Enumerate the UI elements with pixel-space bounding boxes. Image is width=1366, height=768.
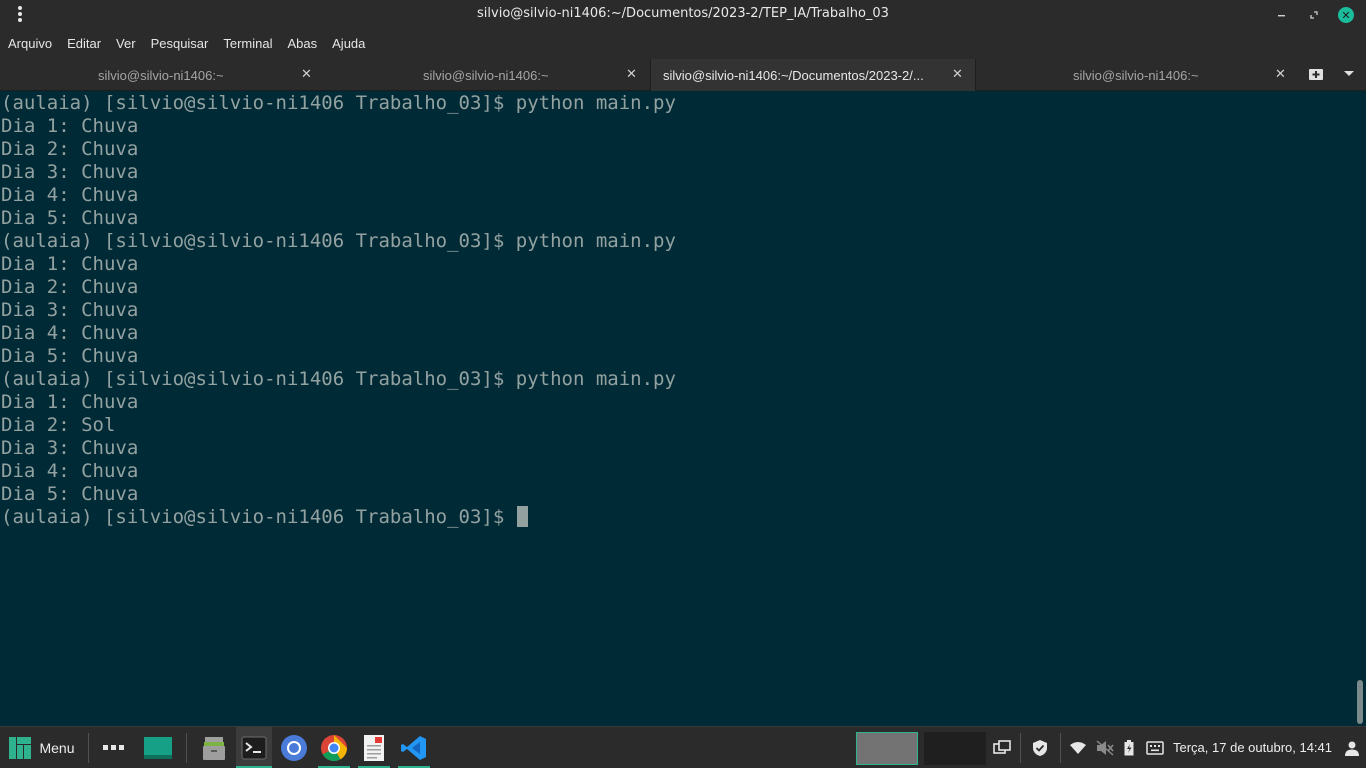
terminal-prompt: (aulaia) [silvio@silvio-ni1406 Trabalho_…	[1, 506, 516, 528]
menu-abas[interactable]: Abas	[288, 36, 318, 51]
terminal-line: Dia 3: Chuva	[1, 437, 139, 459]
terminal-line: Dia 3: Chuva	[1, 161, 139, 183]
terminal-line: Dia 4: Chuva	[1, 322, 139, 344]
document-viewer-icon	[364, 735, 384, 761]
apps-dots-icon	[103, 745, 124, 750]
workspace-2[interactable]	[924, 732, 986, 765]
close-icon: ✕	[1338, 7, 1354, 23]
chrome-icon	[321, 735, 348, 762]
show-desktop-button[interactable]	[140, 727, 176, 768]
user-icon	[1345, 741, 1359, 756]
shield-check-icon	[1033, 740, 1047, 756]
battery-tray-button[interactable]	[1119, 727, 1139, 768]
terminal-line: Dia 4: Chuva	[1, 184, 139, 206]
terminal-launcher-active[interactable]	[236, 727, 272, 768]
taskbar-separator	[1020, 733, 1021, 763]
volume-tray-button[interactable]	[1093, 727, 1117, 768]
terminal-icon	[241, 736, 267, 760]
menu-arquivo[interactable]: Arquivo	[8, 36, 52, 51]
wifi-tray-button[interactable]	[1066, 727, 1090, 768]
tab-close-icon[interactable]: ✕	[1275, 66, 1286, 82]
keyboard-icon	[1146, 741, 1164, 755]
security-tray-button[interactable]	[1028, 727, 1052, 768]
scrollbar-track[interactable]	[1355, 92, 1366, 726]
new-tab-icon[interactable]	[1308, 67, 1324, 81]
terminal-line: Dia 4: Chuva	[1, 460, 139, 482]
terminal-line: Dia 2: Chuva	[1, 276, 139, 298]
terminal-line: Dia 2: Sol	[1, 414, 116, 436]
tab-label: silvio@silvio-ni1406:~	[1073, 68, 1199, 83]
taskbar: Menu Terça, 17 de outubro, 14:41	[0, 726, 1366, 768]
menu-editar[interactable]: Editar	[67, 36, 101, 51]
terminal-line: Dia 3: Chuva	[1, 299, 139, 321]
minimize-button[interactable]	[1272, 5, 1292, 25]
menu-label: Menu	[39, 740, 75, 756]
tab-label: silvio@silvio-ni1406:~/Documentos/2023-2…	[663, 68, 924, 83]
maximize-button[interactable]	[1304, 5, 1324, 25]
taskbar-separator	[1060, 733, 1061, 763]
file-cabinet-icon	[203, 737, 225, 760]
manjaro-logo-icon	[9, 737, 32, 759]
wifi-icon	[1070, 742, 1086, 754]
tab-close-icon[interactable]: ✕	[301, 66, 312, 82]
user-menu-button[interactable]	[1342, 727, 1362, 768]
workspace-1[interactable]	[856, 732, 918, 765]
tab-bar: silvio@silvio-ni1406:~ ✕ silvio@silvio-n…	[0, 57, 1366, 91]
tab-label: silvio@silvio-ni1406:~	[423, 68, 549, 83]
terminal-output[interactable]: (aulaia) [silvio@silvio-ni1406 Trabalho_…	[0, 92, 1355, 726]
menu-bar: Arquivo Editar Ver Pesquisar Terminal Ab…	[0, 29, 1366, 57]
terminal-line: (aulaia) [silvio@silvio-ni1406 Trabalho_…	[1, 368, 676, 390]
window-titlebar: silvio@silvio-ni1406:~/Documentos/2023-2…	[0, 0, 1366, 29]
tab-close-icon[interactable]: ✕	[952, 66, 963, 82]
tab-2[interactable]: silvio@silvio-ni1406:~ ✕	[324, 59, 650, 91]
chrome-launcher[interactable]	[316, 727, 352, 768]
menu-terminal[interactable]: Terminal	[223, 36, 272, 51]
clock[interactable]: Terça, 17 de outubro, 14:41	[1173, 740, 1332, 755]
terminal-line: (aulaia) [silvio@silvio-ni1406 Trabalho_…	[1, 230, 676, 252]
menu-ajuda[interactable]: Ajuda	[332, 36, 365, 51]
windows-icon	[993, 740, 1011, 754]
window-switcher-button[interactable]	[990, 727, 1014, 768]
tab-label: silvio@silvio-ni1406:~	[98, 68, 224, 83]
taskbar-separator	[88, 733, 89, 763]
tab-1[interactable]: silvio@silvio-ni1406:~ ✕	[0, 59, 324, 91]
tabs-dropdown-icon[interactable]	[1342, 69, 1356, 79]
tab-close-icon[interactable]: ✕	[626, 66, 637, 82]
chromium-icon	[281, 735, 307, 761]
desktop-icon	[144, 737, 172, 759]
start-menu-button[interactable]: Menu	[0, 727, 84, 768]
terminal-line: Dia 1: Chuva	[1, 391, 139, 413]
tab-3-active[interactable]: silvio@silvio-ni1406:~/Documentos/2023-2…	[650, 59, 976, 91]
battery-charging-icon	[1124, 740, 1134, 756]
restore-icon	[1310, 11, 1318, 19]
menu-ver[interactable]: Ver	[116, 36, 136, 51]
vscode-launcher[interactable]	[396, 727, 432, 768]
volume-muted-icon	[1096, 740, 1114, 756]
keyboard-tray-button[interactable]	[1144, 727, 1166, 768]
show-apps-button[interactable]	[98, 727, 130, 768]
tab-4[interactable]: silvio@silvio-ni1406:~ ✕	[976, 59, 1298, 91]
terminal-line: Dia 5: Chuva	[1, 345, 139, 367]
terminal-line: (aulaia) [silvio@silvio-ni1406 Trabalho_…	[1, 92, 676, 114]
terminal-prompt-line: (aulaia) [silvio@silvio-ni1406 Trabalho_…	[0, 506, 1355, 529]
taskbar-separator	[186, 733, 187, 763]
window-title: silvio@silvio-ni1406:~/Documentos/2023-2…	[477, 6, 889, 21]
file-manager-launcher[interactable]	[196, 727, 232, 768]
menu-pesquisar[interactable]: Pesquisar	[151, 36, 209, 51]
terminal-line: Dia 2: Chuva	[1, 138, 139, 160]
terminal-line: Dia 5: Chuva	[1, 483, 139, 505]
terminal-line: Dia 5: Chuva	[1, 207, 139, 229]
vscode-icon	[401, 736, 426, 760]
text-cursor	[516, 506, 528, 527]
document-viewer-launcher[interactable]	[356, 727, 392, 768]
close-window-button[interactable]: ✕	[1336, 5, 1356, 25]
terminal-line: Dia 1: Chuva	[1, 253, 139, 275]
scrollbar-thumb[interactable]	[1357, 680, 1363, 724]
chromium-launcher[interactable]	[276, 727, 312, 768]
minimize-icon	[1278, 15, 1285, 17]
terminal-line: Dia 1: Chuva	[1, 115, 139, 137]
